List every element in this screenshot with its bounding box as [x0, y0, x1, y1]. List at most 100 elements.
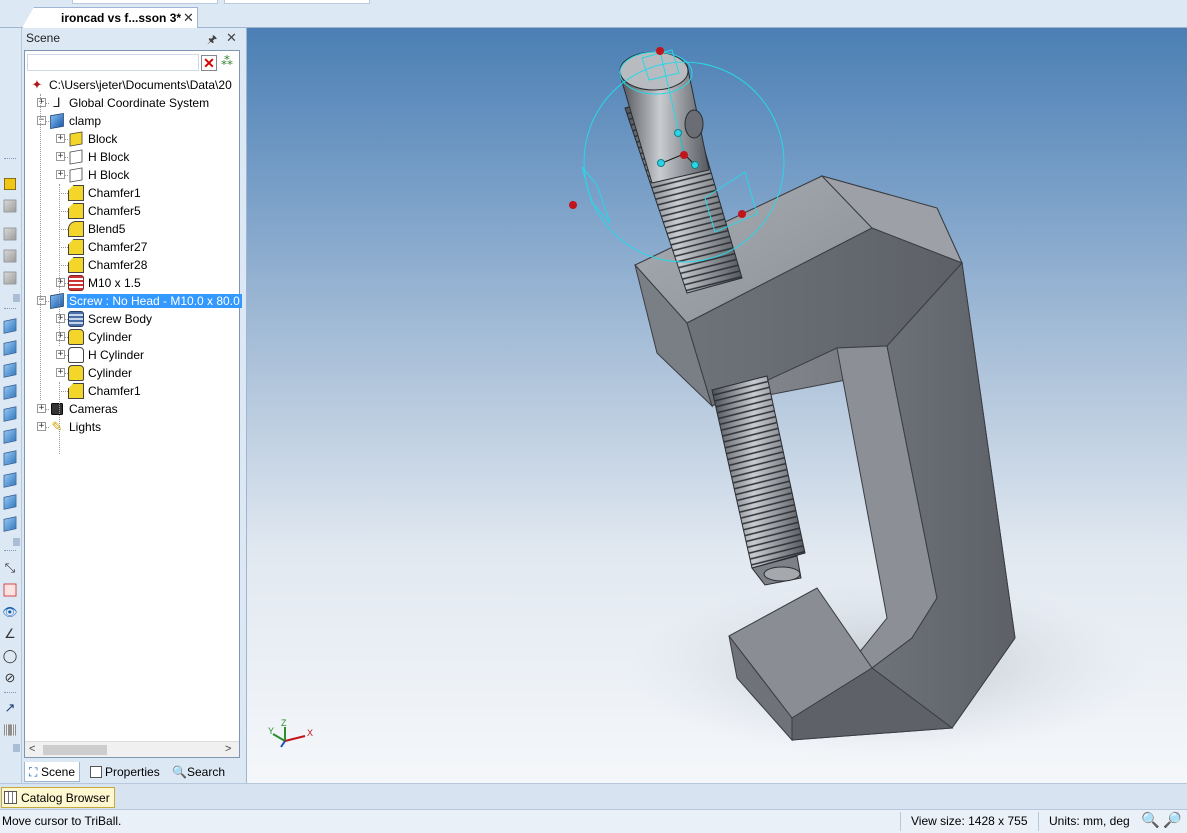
tree-item[interactable]: Chamfer5 — [25, 202, 239, 220]
status-bar: Move cursor to TriBall. View size: 1428 … — [0, 809, 1187, 833]
view-cube-icon[interactable] — [3, 450, 17, 466]
3d-viewport[interactable]: Z Y X — [246, 28, 1187, 783]
tree-item[interactable]: + ✎ Lights — [25, 418, 239, 436]
curve-icon[interactable]: ↗ — [2, 700, 18, 716]
tree-item[interactable]: Chamfer1 — [25, 184, 239, 202]
tree-item[interactable]: + ⅃ Global Coordinate System — [25, 94, 239, 112]
tree-item-label: Chamfer1 — [88, 384, 141, 398]
tree-item[interactable]: + H Cylinder — [25, 346, 239, 364]
toolbar-expand-icon[interactable] — [13, 744, 20, 752]
scrollbar-thumb[interactable] — [43, 745, 107, 755]
axis-triad: Z Y X — [268, 718, 313, 748]
scene-filter-input[interactable] — [27, 54, 199, 71]
tree-item[interactable]: Chamfer27 — [25, 238, 239, 256]
expand-icon[interactable]: + — [56, 314, 65, 323]
view-cube-icon[interactable] — [3, 472, 17, 488]
zoom-icon[interactable]: 🔍 — [1141, 812, 1160, 830]
eye-icon[interactable]: 👁 — [2, 604, 18, 620]
hidden-tab[interactable] — [72, 0, 218, 4]
close-tab-icon[interactable]: ✕ — [183, 10, 194, 26]
scene-panel-header: Scene 🖈 ✕ — [22, 28, 246, 48]
collapse-icon[interactable]: − — [37, 296, 46, 305]
insert-feature-icon[interactable] — [4, 178, 16, 190]
view-cube-icon[interactable] — [3, 428, 17, 444]
scroll-right-icon[interactable]: > — [225, 743, 231, 755]
expand-icon[interactable]: + — [56, 170, 65, 179]
tree-item[interactable]: + H Block — [25, 148, 239, 166]
part-icon — [50, 113, 64, 129]
view-cube-icon[interactable] — [3, 516, 17, 532]
collapse-icon[interactable]: − — [37, 116, 46, 125]
diameter-icon[interactable]: ⊘ — [2, 670, 18, 686]
view-cube-icon[interactable] — [3, 318, 17, 334]
expand-icon[interactable]: + — [56, 350, 65, 359]
scene-panel-title: Scene — [26, 31, 61, 45]
view-cube-icon[interactable] — [3, 406, 17, 422]
scroll-left-icon[interactable]: < — [29, 743, 35, 755]
chamfer-icon — [68, 257, 84, 273]
tree-connector — [61, 229, 68, 230]
disabled-tool-icon[interactable] — [3, 249, 17, 263]
view-cube-icon[interactable] — [3, 340, 17, 356]
expand-icon[interactable]: + — [37, 422, 46, 431]
toolbar-expand-icon[interactable] — [13, 294, 20, 302]
document-tab[interactable]: ironcad vs f...sson 3* ✕ — [22, 7, 198, 28]
tree-item[interactable]: − clamp — [25, 112, 239, 130]
angle-icon[interactable]: ∠ — [2, 626, 18, 642]
catalog-browser-button[interactable]: Catalog Browser — [1, 787, 115, 808]
expand-icon[interactable]: + — [56, 368, 65, 377]
tree-item-label: clamp — [69, 114, 102, 128]
circle-icon[interactable]: ◯ — [2, 648, 18, 664]
tab-properties[interactable]: Properties — [86, 762, 166, 782]
ruler-icon[interactable] — [4, 724, 16, 736]
expand-icon[interactable]: + — [37, 98, 46, 107]
expand-icon[interactable]: + — [56, 152, 65, 161]
expand-icon[interactable]: + — [56, 278, 65, 287]
zoom-fit-icon[interactable]: 🔎 — [1163, 812, 1182, 830]
tree-item[interactable]: + Block — [25, 130, 239, 148]
tree-item[interactable]: + Cameras — [25, 400, 239, 418]
tree-item[interactable]: Chamfer28 — [25, 256, 239, 274]
tree-item[interactable]: + Screw Body — [25, 310, 239, 328]
expand-icon[interactable]: + — [56, 332, 65, 341]
tree-item[interactable]: − Screw : No Head - M10.0 x 80.0 — [25, 292, 242, 310]
measure-icon[interactable] — [3, 583, 17, 597]
smart-dimension-icon[interactable]: ⤡ — [2, 560, 18, 576]
tree-item-label: Cylinder — [88, 366, 133, 380]
tree-options-icon[interactable]: ⁂ — [221, 54, 237, 72]
tree-connector — [61, 391, 68, 392]
disabled-tool-icon[interactable] — [3, 271, 17, 285]
tree-item[interactable]: + H Block — [25, 166, 239, 184]
tree-item[interactable]: + M10 x 1.5 — [25, 274, 239, 292]
tree-item-label: C:\Users\jeter\Documents\Data\20 — [49, 78, 232, 92]
hole-block-icon — [69, 167, 83, 183]
tree-item[interactable]: ✦ C:\Users\jeter\Documents\Data\20 — [25, 76, 239, 94]
view-cube-icon[interactable] — [3, 362, 17, 378]
chamfer-icon — [68, 239, 84, 255]
disabled-tool-icon[interactable] — [3, 227, 17, 241]
tree-item-label: Chamfer5 — [88, 204, 141, 218]
disabled-tool-icon[interactable] — [3, 199, 17, 213]
hidden-tab[interactable] — [224, 0, 370, 4]
close-panel-icon[interactable]: ✕ — [226, 30, 237, 46]
tree-item-label: Blend5 — [88, 222, 126, 236]
tree-item[interactable]: + Cylinder — [25, 328, 239, 346]
tab-search[interactable]: 🔍 Search — [168, 762, 234, 782]
tab-scene[interactable]: ⛶ Scene — [24, 762, 80, 782]
scene-panel: Scene 🖈 ✕ ✕ ⁂ ✦ C:\Users\jeter\Documents\… — [22, 28, 246, 783]
expand-icon[interactable]: + — [37, 404, 46, 413]
expand-icon[interactable]: + — [56, 134, 65, 143]
tree-item[interactable]: Blend5 — [25, 220, 239, 238]
tree-connector — [59, 184, 60, 346]
horizontal-scrollbar[interactable]: < > — [25, 741, 239, 757]
tree-item[interactable]: Chamfer1 — [25, 382, 239, 400]
chamfer-icon — [68, 383, 84, 399]
toolbar-expand-icon[interactable] — [13, 538, 20, 546]
tree-item-label: H Block — [88, 168, 130, 182]
search-icon: 🔍 — [172, 765, 187, 779]
pin-icon[interactable]: 🖈 — [207, 31, 217, 50]
clear-filter-icon[interactable]: ✕ — [201, 55, 217, 71]
view-cube-icon[interactable] — [3, 494, 17, 510]
view-cube-icon[interactable] — [3, 384, 17, 400]
tree-item[interactable]: + Cylinder — [25, 364, 239, 382]
